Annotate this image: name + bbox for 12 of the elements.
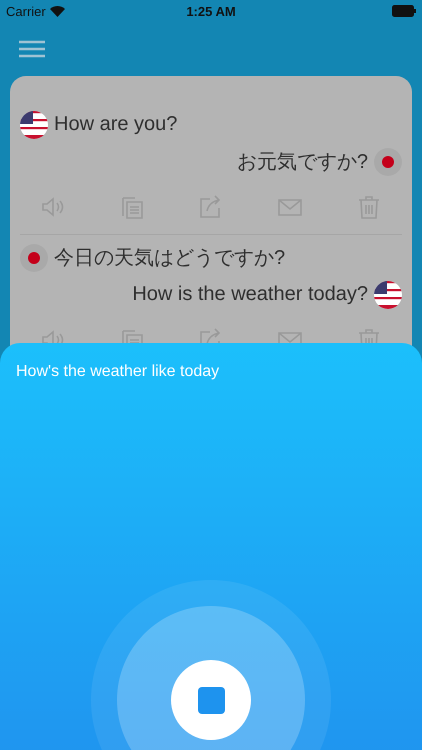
copy-icon[interactable] <box>119 194 145 220</box>
trash-icon[interactable] <box>356 194 382 220</box>
transcript-text: How's the weather like today <box>15 362 220 382</box>
menu-icon[interactable] <box>19 40 45 58</box>
translation-text: How is the weather today? <box>132 283 368 306</box>
battery-icon <box>392 5 416 17</box>
carrier-label: Carrier <box>6 4 46 18</box>
translation-text: お元気ですか? <box>236 150 368 175</box>
source-text: 今日の天気はどうですか? <box>54 246 286 271</box>
wifi-icon <box>50 6 65 16</box>
status-time: 1:25 AM <box>186 4 236 19</box>
source-text: How are you? <box>54 113 178 136</box>
